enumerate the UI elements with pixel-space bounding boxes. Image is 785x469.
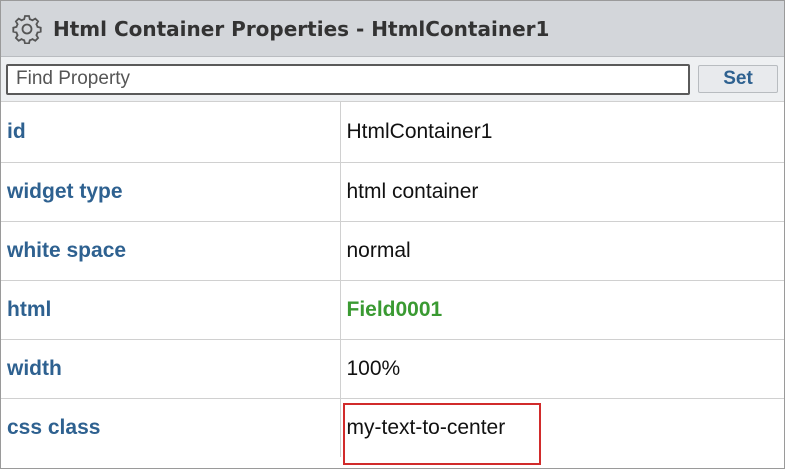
- property-name: white space: [1, 220, 341, 280]
- property-row-width: width 100%: [1, 338, 784, 398]
- property-row-css-class: css class my-text-to-center: [1, 397, 784, 457]
- property-value[interactable]: html container: [340, 161, 784, 221]
- property-row-widget-type: widget type html container: [1, 161, 784, 221]
- panel-header: Html Container Properties - HtmlContaine…: [1, 1, 784, 57]
- search-bar: Set: [1, 57, 784, 102]
- property-row-white-space: white space normal: [1, 220, 784, 280]
- property-name: html: [1, 279, 341, 339]
- gear-icon: [11, 13, 43, 45]
- property-value[interactable]: normal: [340, 220, 784, 280]
- property-value[interactable]: 100%: [340, 338, 784, 398]
- property-name: width: [1, 338, 341, 398]
- find-property-input[interactable]: [6, 63, 690, 95]
- property-value-link[interactable]: Field0001: [340, 279, 784, 339]
- html-field-link[interactable]: Field0001: [347, 298, 443, 321]
- property-value[interactable]: my-text-to-center: [340, 397, 784, 457]
- property-name: css class: [1, 397, 341, 457]
- properties-panel: Html Container Properties - HtmlContaine…: [0, 0, 785, 469]
- properties-table: id HtmlContainer1 widget type html conta…: [1, 102, 784, 457]
- property-name: id: [1, 102, 341, 162]
- property-row-id: id HtmlContainer1: [1, 102, 784, 162]
- property-value[interactable]: HtmlContainer1: [340, 102, 784, 162]
- set-button[interactable]: Set: [698, 65, 778, 93]
- property-name: widget type: [1, 161, 341, 221]
- property-row-html: html Field0001: [1, 279, 784, 339]
- panel-title: Html Container Properties - HtmlContaine…: [53, 16, 550, 41]
